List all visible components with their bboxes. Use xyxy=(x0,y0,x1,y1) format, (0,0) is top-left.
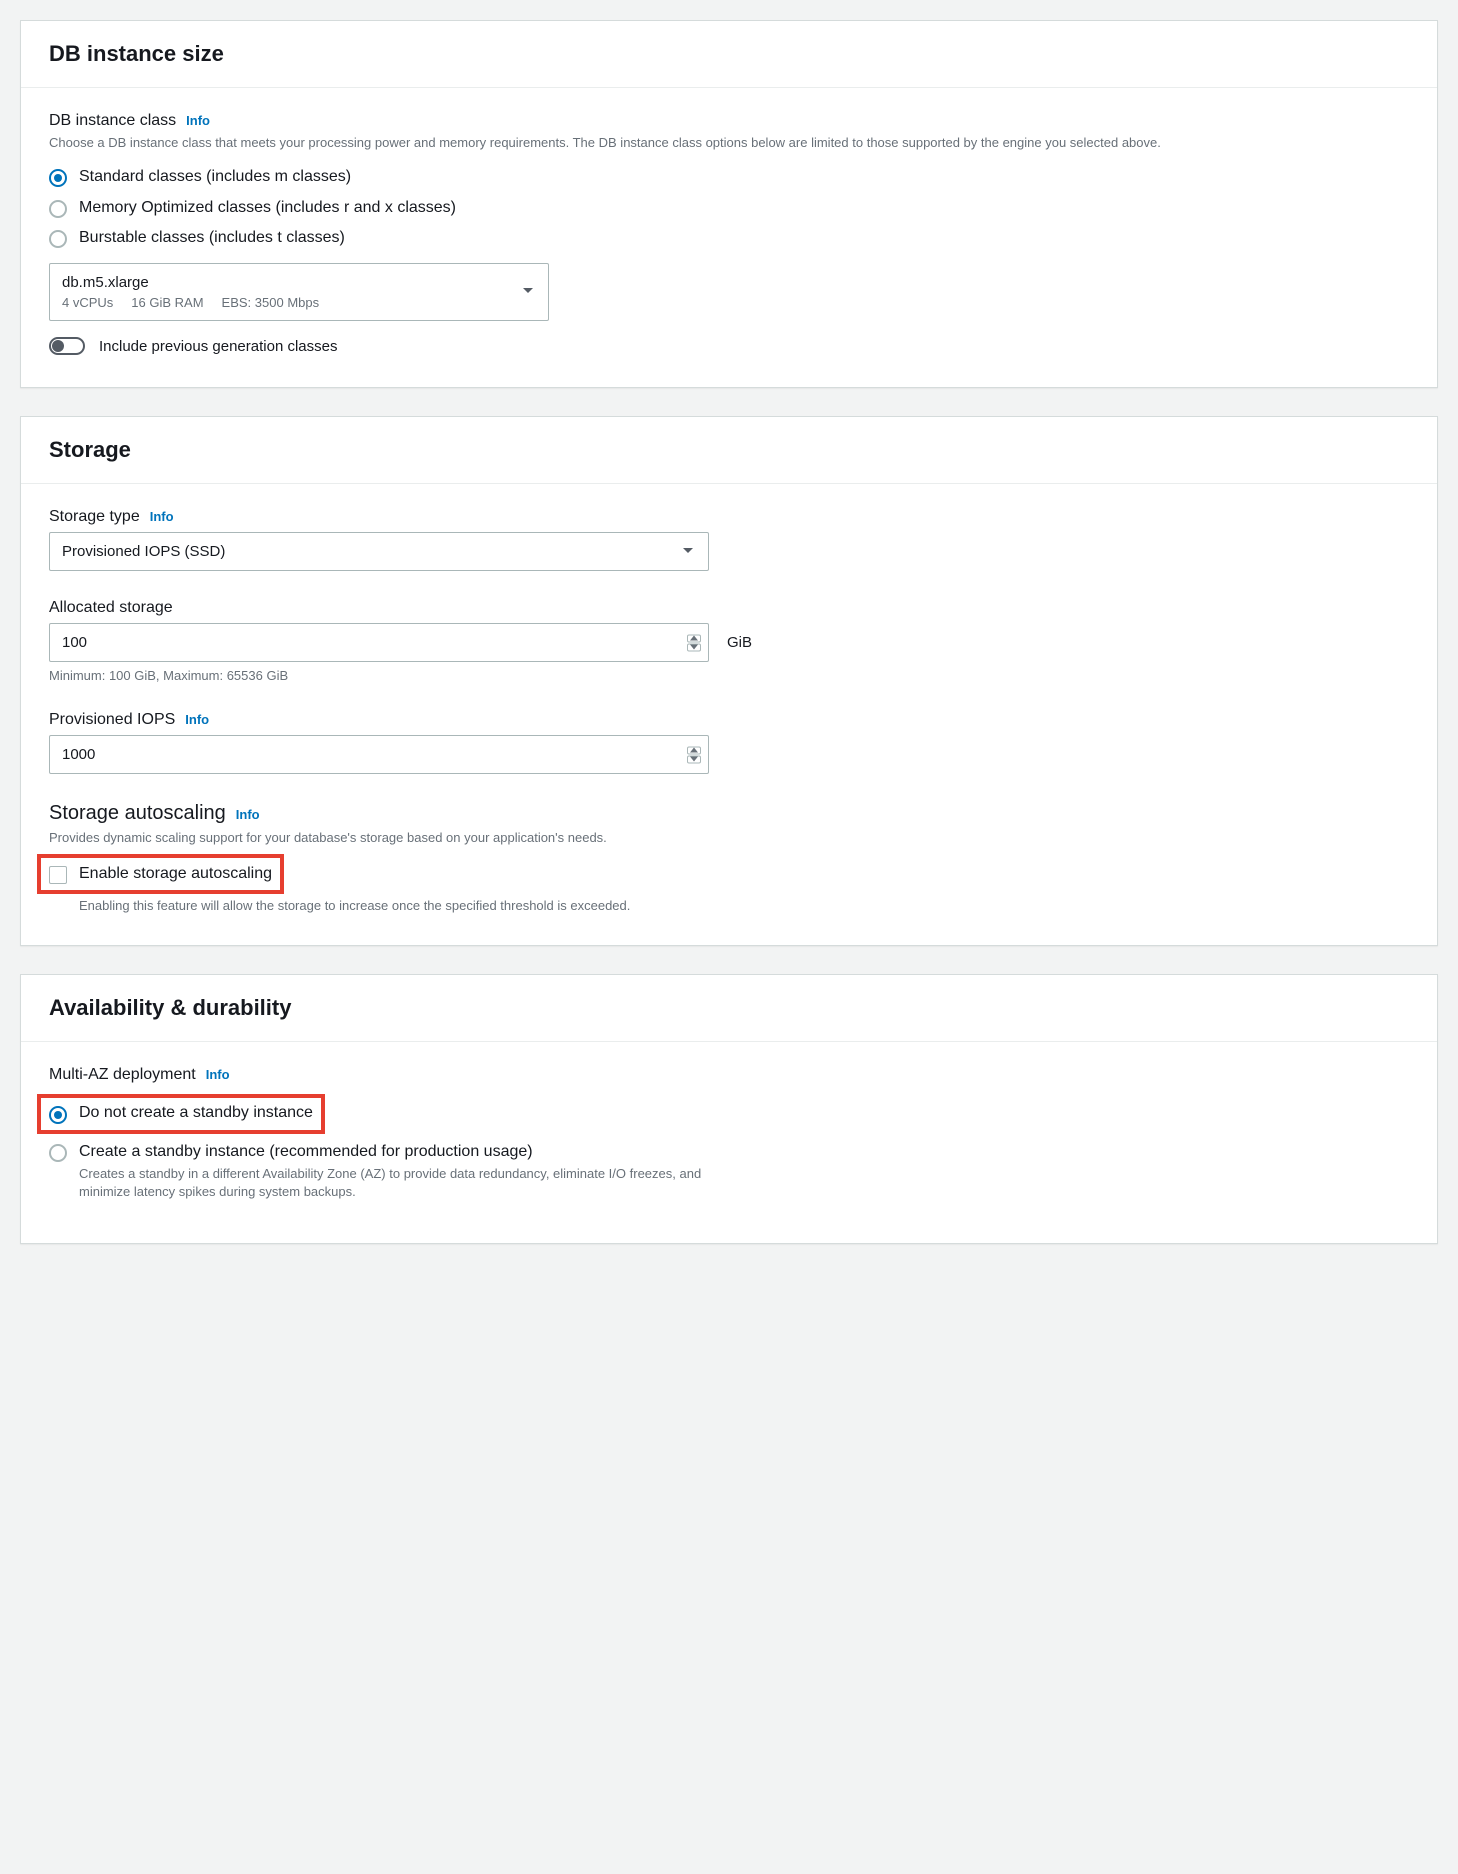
number-spinner xyxy=(687,746,701,763)
db-class-info-link[interactable]: Info xyxy=(186,113,210,128)
multi-az-label: Multi-AZ deployment xyxy=(49,1066,196,1084)
multi-az-label-row: Multi-AZ deployment Info xyxy=(49,1066,1409,1084)
allocated-storage-input-wrap xyxy=(49,623,709,662)
radio-create-standby[interactable] xyxy=(49,1144,67,1162)
radio-no-standby[interactable] xyxy=(49,1106,67,1124)
caret-down-icon xyxy=(522,284,534,300)
radio-icon[interactable] xyxy=(49,230,67,248)
radio-no-standby-label: Do not create a standby instance xyxy=(79,1104,313,1122)
storage-type-label-row: Storage type Info xyxy=(49,508,1409,526)
radio-standard-classes[interactable]: Standard classes (includes m classes) xyxy=(49,167,1409,188)
multi-az-info-link[interactable]: Info xyxy=(206,1067,230,1082)
db-instance-size-panel: DB instance size DB instance class Info … xyxy=(20,20,1438,388)
storage-autoscaling-section: Storage autoscaling Info Provides dynami… xyxy=(49,802,1409,913)
allocated-storage-hint: Minimum: 100 GiB, Maximum: 65536 GiB xyxy=(49,668,1409,683)
step-down-button[interactable] xyxy=(687,643,701,651)
panel-body: DB instance class Info Choose a DB insta… xyxy=(21,88,1437,387)
storage-autoscaling-desc: Provides dynamic scaling support for you… xyxy=(49,829,1409,848)
db-class-label: DB instance class xyxy=(49,112,176,130)
availability-panel: Availability & durability Multi-AZ deplo… xyxy=(20,974,1438,1244)
radio-icon[interactable] xyxy=(49,200,67,218)
panel-body: Multi-AZ deployment Info Do not create a… xyxy=(21,1042,1437,1243)
radio-memory-optimized[interactable]: Memory Optimized classes (includes r and… xyxy=(49,198,1409,219)
select-value: Provisioned IOPS (SSD) xyxy=(62,543,668,560)
storage-panel: Storage Storage type Info Provisioned IO… xyxy=(20,416,1438,946)
panel-header: DB instance size xyxy=(21,21,1437,88)
vcpu-text: 4 vCPUs xyxy=(62,295,113,310)
storage-autoscaling-info-link[interactable]: Info xyxy=(236,807,260,822)
panel-title: Availability & durability xyxy=(49,995,1409,1021)
number-spinner xyxy=(687,634,701,651)
radio-label: Burstable classes (includes t classes) xyxy=(79,228,345,249)
allocated-storage-label: Allocated storage xyxy=(49,599,173,617)
storage-type-info-link[interactable]: Info xyxy=(150,509,174,524)
radio-burstable-classes[interactable]: Burstable classes (includes t classes) xyxy=(49,228,1409,249)
panel-title: DB instance size xyxy=(49,41,1409,67)
enable-autoscaling-highlight: Enable storage autoscaling xyxy=(37,854,284,894)
storage-autoscaling-label: Storage autoscaling xyxy=(49,802,226,825)
select-meta: 4 vCPUs 16 GiB RAM EBS: 3500 Mbps xyxy=(62,295,508,310)
db-class-label-row: DB instance class Info xyxy=(49,112,1409,130)
enable-autoscaling-label: Enable storage autoscaling xyxy=(79,865,272,883)
allocated-storage-unit: GiB xyxy=(727,634,752,651)
storage-type-label: Storage type xyxy=(49,508,140,526)
toggle-label: Include previous generation classes xyxy=(99,338,337,355)
provisioned-iops-field: Provisioned IOPS Info xyxy=(49,711,1409,774)
allocated-storage-input[interactable] xyxy=(49,623,709,662)
caret-down-icon xyxy=(682,544,694,560)
panel-body: Storage type Info Provisioned IOPS (SSD)… xyxy=(21,484,1437,945)
step-up-button[interactable] xyxy=(687,634,701,642)
panel-header: Availability & durability xyxy=(21,975,1437,1042)
step-up-button[interactable] xyxy=(687,746,701,754)
step-down-button[interactable] xyxy=(687,755,701,763)
enable-autoscaling-desc: Enabling this feature will allow the sto… xyxy=(79,898,639,913)
enable-autoscaling-checkbox[interactable] xyxy=(49,866,67,884)
provisioned-iops-input-wrap xyxy=(49,735,709,774)
allocated-storage-field: Allocated storage GiB Minimum: 100 GiB, … xyxy=(49,599,1409,683)
include-prev-gen-toggle-row: Include previous generation classes xyxy=(49,337,1409,355)
provisioned-iops-info-link[interactable]: Info xyxy=(185,712,209,727)
radio-create-standby-label: Create a standby instance (recommended f… xyxy=(79,1142,719,1163)
provisioned-iops-label: Provisioned IOPS xyxy=(49,711,175,729)
db-class-description: Choose a DB instance class that meets yo… xyxy=(49,134,1409,153)
radio-label: Standard classes (includes m classes) xyxy=(79,167,351,188)
select-value: db.m5.xlarge xyxy=(62,274,508,291)
db-instance-class-select[interactable]: db.m5.xlarge 4 vCPUs 16 GiB RAM EBS: 350… xyxy=(49,263,549,321)
radio-create-standby-row[interactable]: Create a standby instance (recommended f… xyxy=(49,1142,1409,1201)
ebs-text: EBS: 3500 Mbps xyxy=(222,295,320,310)
panel-header: Storage xyxy=(21,417,1437,484)
include-prev-gen-toggle[interactable] xyxy=(49,337,85,355)
radio-label: Memory Optimized classes (includes r and… xyxy=(79,198,456,219)
radio-create-standby-desc: Creates a standby in a different Availab… xyxy=(79,1165,719,1201)
storage-type-select[interactable]: Provisioned IOPS (SSD) xyxy=(49,532,709,571)
radio-icon[interactable] xyxy=(49,169,67,187)
panel-title: Storage xyxy=(49,437,1409,463)
ram-text: 16 GiB RAM xyxy=(131,295,203,310)
no-standby-highlight: Do not create a standby instance xyxy=(37,1094,325,1134)
provisioned-iops-input[interactable] xyxy=(49,735,709,774)
